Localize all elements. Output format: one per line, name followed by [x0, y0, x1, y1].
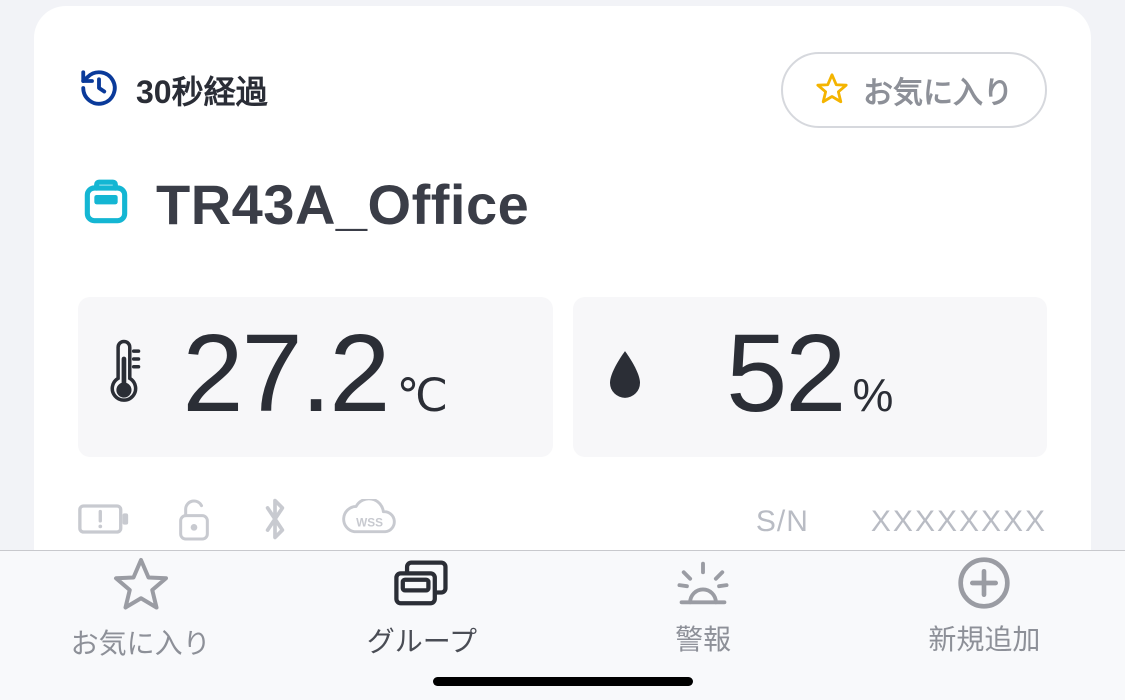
readings-row: 27.2 ℃ 52 % [78, 297, 1047, 457]
alarm-icon [673, 555, 733, 616]
tab-group[interactable]: グループ [281, 555, 562, 660]
history-icon [78, 67, 120, 114]
tab-bar: お気に入り グループ 警報 [0, 550, 1125, 700]
device-card: 30秒経過 お気に入り TR43A_Office [34, 6, 1091, 588]
favorite-button-label: お気に入り [863, 68, 1013, 112]
bluetooth-icon [258, 495, 292, 548]
temperature-unit: ℃ [396, 368, 448, 422]
star-outline-icon [111, 555, 171, 620]
droplet-icon [605, 347, 645, 408]
tab-favorites-label: お気に入り [71, 622, 211, 662]
temperature-reading: 27.2 ℃ [78, 297, 553, 457]
tab-add[interactable]: 新規追加 [844, 555, 1125, 658]
elapsed-indicator: 30秒経過 [78, 67, 268, 114]
star-icon [815, 72, 849, 109]
thermometer-icon [98, 340, 146, 415]
serial-value: XXXXXXXX [871, 505, 1047, 539]
status-row: WSS S/N XXXXXXXX [78, 495, 1047, 548]
tab-add-label: 新規追加 [928, 618, 1040, 658]
temperature-value: 27.2 [182, 319, 388, 429]
favorite-button[interactable]: お気に入り [781, 52, 1047, 128]
elapsed-text: 30秒経過 [136, 67, 268, 113]
tab-favorites[interactable]: お気に入り [0, 555, 281, 662]
humidity-unit: % [852, 368, 893, 422]
unlock-icon [174, 495, 214, 548]
svg-text:WSS: WSS [356, 515, 383, 529]
device-name: TR43A_Office [156, 172, 529, 237]
plus-circle-icon [956, 555, 1012, 616]
device-title-row: TR43A_Office [78, 172, 1047, 237]
device-icon [78, 174, 134, 235]
tab-alarm-label: 警報 [675, 618, 731, 658]
group-icon [390, 555, 454, 618]
serial-label: S/N [756, 505, 809, 539]
cloud-wss-icon: WSS [336, 499, 398, 544]
battery-warning-icon [78, 501, 130, 542]
tab-alarm[interactable]: 警報 [563, 555, 844, 658]
tab-group-label: グループ [367, 620, 477, 660]
home-indicator[interactable] [433, 677, 693, 686]
humidity-value: 52 [726, 319, 844, 429]
card-header: 30秒経過 お気に入り [78, 52, 1047, 128]
humidity-reading: 52 % [573, 297, 1048, 457]
